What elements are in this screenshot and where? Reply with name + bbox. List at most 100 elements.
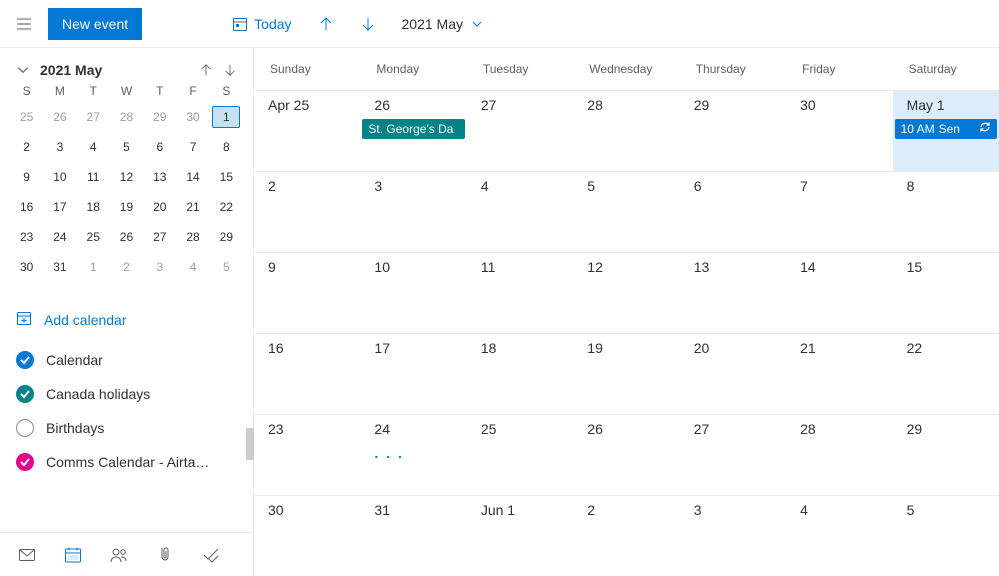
mini-day[interactable]: 7 — [179, 136, 207, 158]
mini-day[interactable]: 10 — [46, 166, 74, 188]
next-period-button[interactable] — [350, 8, 386, 40]
day-cell[interactable]: 27 — [467, 91, 573, 171]
day-cell[interactable]: 15 — [893, 253, 999, 333]
day-cell[interactable]: 24. . . — [360, 415, 466, 495]
mini-next-button[interactable] — [223, 63, 237, 77]
calendar-event[interactable]: St. George's Da — [362, 119, 464, 139]
mini-day[interactable]: 27 — [146, 226, 174, 248]
mini-day[interactable]: 26 — [46, 106, 74, 128]
mini-day[interactable]: 1 — [212, 106, 240, 128]
mini-day[interactable]: 19 — [112, 196, 140, 218]
day-cell[interactable]: 25 — [467, 415, 573, 495]
today-button[interactable]: Today — [222, 8, 301, 40]
calendar-checkbox[interactable] — [16, 351, 34, 369]
mini-day[interactable]: 8 — [212, 136, 240, 158]
hamburger-menu[interactable] — [0, 0, 48, 48]
day-cell[interactable]: 16 — [254, 334, 360, 414]
mini-day[interactable]: 15 — [212, 166, 240, 188]
day-cell[interactable]: 2 — [573, 496, 679, 576]
day-cell[interactable]: 31 — [360, 496, 466, 576]
day-cell[interactable]: 5 — [573, 172, 679, 252]
day-cell[interactable]: 10 — [360, 253, 466, 333]
mini-prev-button[interactable] — [199, 63, 213, 77]
day-cell[interactable]: 2 — [254, 172, 360, 252]
day-cell[interactable]: 7 — [786, 172, 892, 252]
mini-day[interactable]: 22 — [212, 196, 240, 218]
day-cell[interactable]: 23 — [254, 415, 360, 495]
calendar-list-item[interactable]: Canada holidays — [0, 377, 253, 411]
mini-day[interactable]: 12 — [112, 166, 140, 188]
files-icon[interactable] — [156, 546, 174, 564]
mini-day[interactable]: 18 — [79, 196, 107, 218]
mini-day[interactable]: 21 — [179, 196, 207, 218]
mini-day[interactable]: 27 — [79, 106, 107, 128]
calendar-checkbox[interactable] — [16, 419, 34, 437]
more-events-button[interactable]: . . . — [374, 445, 403, 461]
mini-day[interactable]: 4 — [179, 256, 207, 278]
mini-day[interactable]: 17 — [46, 196, 74, 218]
calendar-list-item[interactable]: Comms Calendar - Airta… — [0, 445, 253, 479]
mini-day[interactable]: 31 — [46, 256, 74, 278]
day-cell[interactable]: 5 — [893, 496, 999, 576]
mini-day[interactable]: 28 — [179, 226, 207, 248]
mini-day[interactable]: 9 — [13, 166, 41, 188]
day-cell[interactable]: 9 — [254, 253, 360, 333]
day-cell[interactable]: 17 — [360, 334, 466, 414]
mini-day[interactable]: 25 — [13, 106, 41, 128]
day-cell[interactable]: 3 — [680, 496, 786, 576]
calendar-event[interactable]: 10 AMSen — [895, 119, 997, 139]
day-cell[interactable]: 29 — [893, 415, 999, 495]
day-cell[interactable]: 19 — [573, 334, 679, 414]
mini-day[interactable]: 1 — [79, 256, 107, 278]
day-cell[interactable]: 28 — [786, 415, 892, 495]
mini-day[interactable]: 28 — [112, 106, 140, 128]
day-cell[interactable]: 29 — [680, 91, 786, 171]
day-cell[interactable]: 4 — [467, 172, 573, 252]
mini-day[interactable]: 30 — [179, 106, 207, 128]
mini-day[interactable]: 5 — [112, 136, 140, 158]
mail-icon[interactable] — [18, 546, 36, 564]
calendar-icon[interactable] — [64, 546, 82, 564]
day-cell[interactable]: 28 — [573, 91, 679, 171]
day-cell[interactable]: 30 — [786, 91, 892, 171]
todo-icon[interactable] — [202, 546, 220, 564]
mini-day[interactable]: 2 — [112, 256, 140, 278]
people-icon[interactable] — [110, 546, 128, 564]
month-picker[interactable]: 2021 May — [392, 8, 495, 40]
prev-period-button[interactable] — [308, 8, 344, 40]
calendar-checkbox[interactable] — [16, 385, 34, 403]
day-cell[interactable]: 12 — [573, 253, 679, 333]
mini-day[interactable]: 29 — [146, 106, 174, 128]
mini-collapse-button[interactable] — [16, 63, 30, 77]
calendar-checkbox[interactable] — [16, 453, 34, 471]
mini-day[interactable]: 3 — [146, 256, 174, 278]
mini-day[interactable]: 16 — [13, 196, 41, 218]
day-cell[interactable]: 3 — [360, 172, 466, 252]
day-cell[interactable]: 13 — [680, 253, 786, 333]
calendar-list-item[interactable]: Birthdays — [0, 411, 253, 445]
mini-day[interactable]: 20 — [146, 196, 174, 218]
mini-day[interactable]: 29 — [212, 226, 240, 248]
day-cell[interactable]: 26St. George's Da — [360, 91, 466, 171]
mini-day[interactable]: 25 — [79, 226, 107, 248]
day-cell[interactable]: 20 — [680, 334, 786, 414]
day-cell[interactable]: 4 — [786, 496, 892, 576]
day-cell[interactable]: 8 — [893, 172, 999, 252]
day-cell[interactable]: May 110 AMSen — [893, 91, 999, 171]
day-cell[interactable]: 14 — [786, 253, 892, 333]
day-cell[interactable]: 6 — [680, 172, 786, 252]
day-cell[interactable]: 11 — [467, 253, 573, 333]
mini-day[interactable]: 24 — [46, 226, 74, 248]
mini-day[interactable]: 13 — [146, 166, 174, 188]
mini-day[interactable]: 5 — [212, 256, 240, 278]
sidebar-scrollbar[interactable] — [246, 428, 254, 460]
day-cell[interactable]: 22 — [893, 334, 999, 414]
mini-day[interactable]: 23 — [13, 226, 41, 248]
mini-day[interactable]: 3 — [46, 136, 74, 158]
day-cell[interactable]: 21 — [786, 334, 892, 414]
day-cell[interactable]: 26 — [573, 415, 679, 495]
day-cell[interactable]: 27 — [680, 415, 786, 495]
mini-day[interactable]: 4 — [79, 136, 107, 158]
mini-day[interactable]: 30 — [13, 256, 41, 278]
add-calendar-button[interactable]: Add calendar — [0, 300, 253, 339]
